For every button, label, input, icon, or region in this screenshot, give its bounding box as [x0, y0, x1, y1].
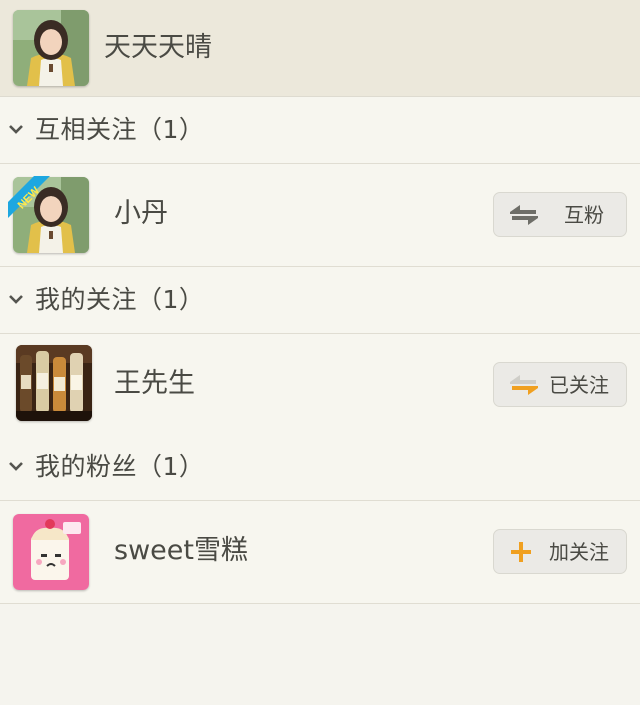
current-user-name: 天天天晴 [104, 32, 212, 63]
section-title: 我的粉丝（1） [35, 452, 205, 481]
button-label: 加关注 [549, 540, 609, 564]
user-avatar[interactable] [13, 514, 89, 590]
list-item[interactable]: NEW 小丹 互粉 [0, 164, 640, 267]
user-avatar[interactable] [16, 345, 92, 421]
mutual-follow-button[interactable]: 互粉 [493, 192, 627, 237]
followed-button[interactable]: 已关注 [493, 362, 627, 407]
wine-bottles-icon [16, 345, 92, 421]
mutual-follow-arrows-icon [510, 205, 538, 225]
section-title: 我的关注（1） [35, 285, 205, 314]
user-name: sweet雪糕 [114, 535, 248, 566]
add-follow-button[interactable]: 加关注 [493, 529, 627, 574]
followed-arrows-icon [510, 375, 538, 395]
section-my-fans[interactable]: 我的粉丝（1） [0, 434, 640, 501]
section-my-follows[interactable]: 我的关注（1） [0, 267, 640, 334]
list-item[interactable]: sweet雪糕 加关注 [0, 501, 640, 604]
chevron-down-icon [9, 462, 23, 471]
plus-icon [511, 542, 531, 562]
current-user-header[interactable]: 天天天晴 [0, 0, 640, 97]
chevron-down-icon [9, 295, 23, 304]
new-badge-icon: NEW [8, 176, 50, 218]
button-label: 已关注 [549, 373, 609, 397]
list-item[interactable]: 王先生 已关注 [0, 334, 640, 437]
current-user-avatar[interactable] [13, 10, 89, 86]
user-name: 小丹 [114, 198, 168, 229]
section-title: 互相关注（1） [35, 115, 205, 144]
chevron-down-icon [9, 125, 23, 134]
button-label: 互粉 [564, 203, 604, 227]
cartoon-cake-icon [13, 514, 89, 590]
new-badge-label: NEW [16, 184, 43, 211]
section-mutual-follow[interactable]: 互相关注（1） [0, 97, 640, 164]
user-name: 王先生 [114, 368, 195, 399]
